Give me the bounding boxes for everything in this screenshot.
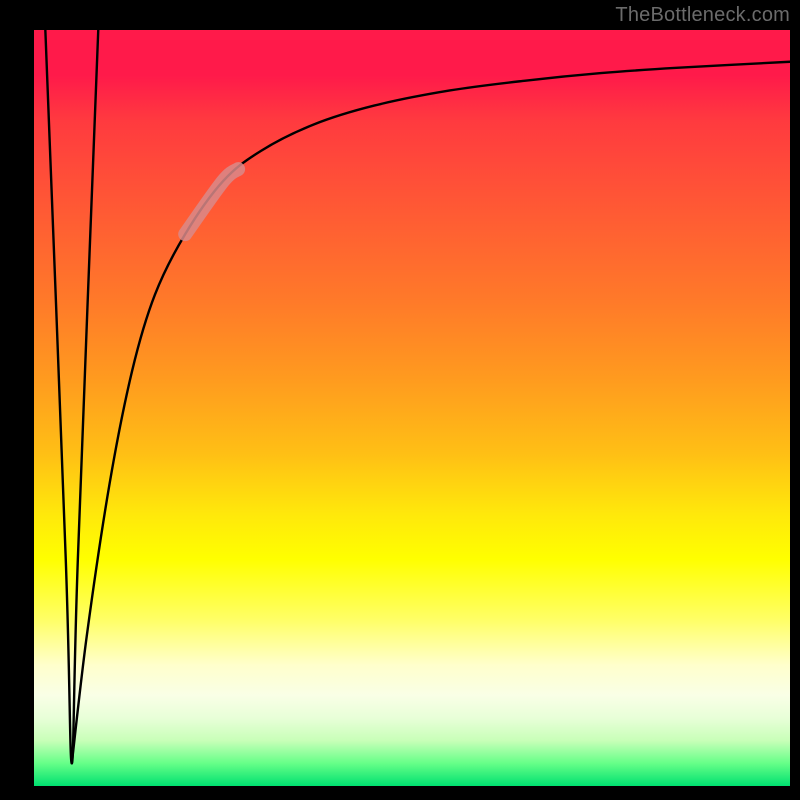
chart-stage: TheBottleneck.com xyxy=(0,0,800,800)
watermark-text: TheBottleneck.com xyxy=(615,4,790,27)
spike-curve xyxy=(45,30,98,763)
plot-area xyxy=(34,30,790,786)
saturation-curve xyxy=(72,62,790,764)
highlight-segment xyxy=(185,169,238,234)
curve-layer xyxy=(34,30,790,786)
